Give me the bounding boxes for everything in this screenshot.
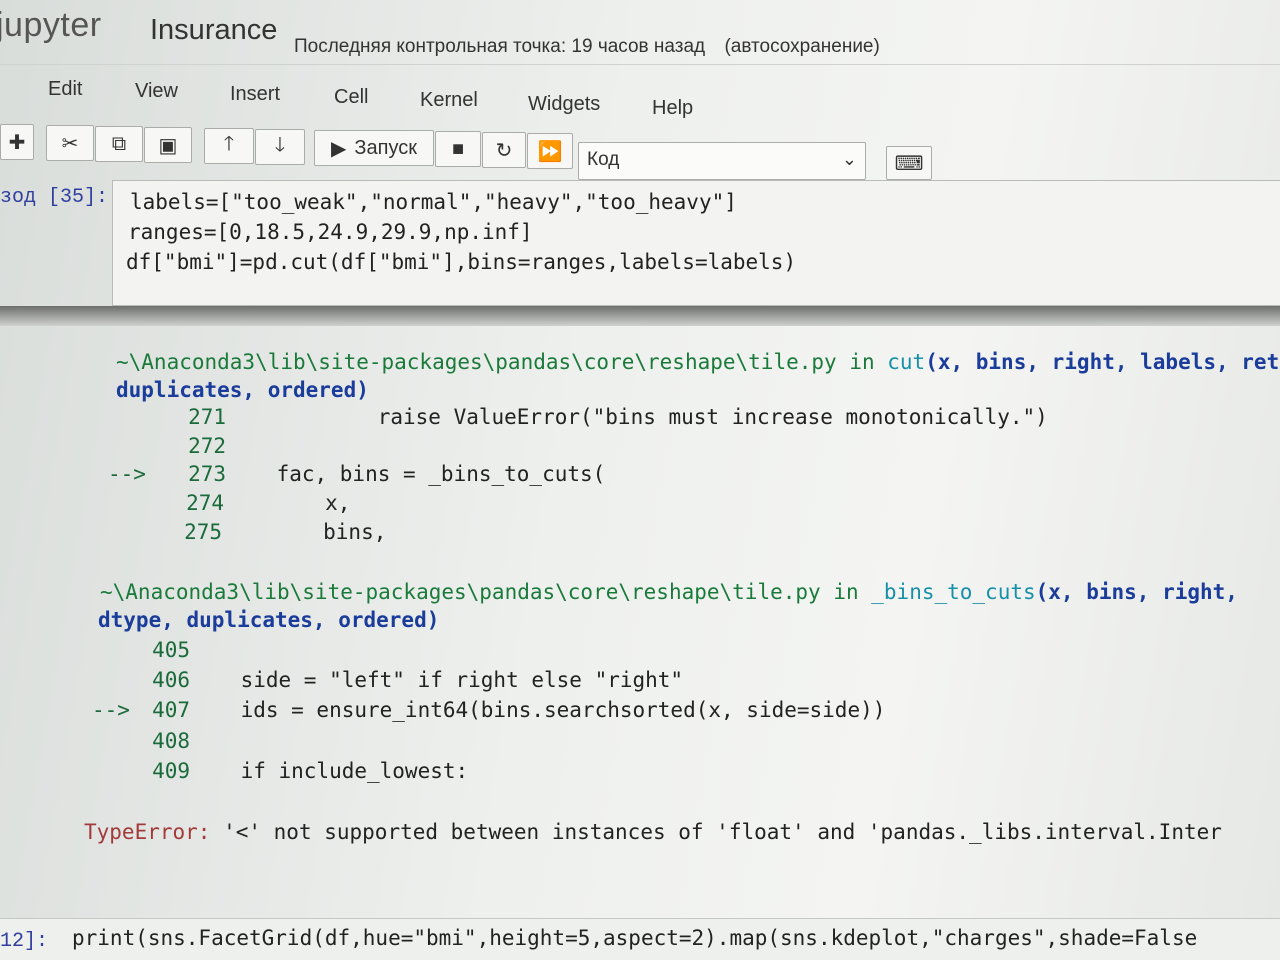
run-button[interactable]: ▶ Запуск — [314, 130, 434, 166]
menu-edit[interactable]: Edit — [48, 78, 82, 101]
move-down-button[interactable]: 🡓 — [255, 129, 305, 165]
traceback-line: 274 x, — [186, 491, 351, 515]
keyboard-icon: ⌨ — [894, 152, 924, 175]
menu-cell[interactable]: Cell — [334, 86, 368, 109]
traceback-line: 409 if include_lowest: — [152, 759, 469, 783]
jupyter-notebook-page: jupyter Insurance Последняя контрольная … — [0, 0, 1280, 960]
traceback-line: 406 side = "left" if right else "right" — [152, 668, 684, 692]
command-palette-button[interactable]: ⌨ — [886, 146, 932, 180]
refresh-icon: ↻ — [495, 139, 513, 162]
code-line: labels=["too_weak","normal","heavy","too… — [130, 190, 737, 214]
cell-prompt: 12]: — [0, 930, 49, 953]
error-text: '<' not supported between instances of '… — [223, 820, 1222, 844]
traceback-line: 408 — [152, 729, 190, 753]
copy-icon: ⧉ — [111, 132, 127, 155]
paste-button[interactable]: ▣ — [144, 127, 192, 163]
jupyter-logo[interactable]: jupyter — [0, 6, 102, 45]
notebook-header: jupyter Insurance Последняя контрольная … — [0, 0, 1280, 62]
traceback-frame-args: dtype, duplicates, ordered) — [98, 608, 440, 632]
copy-button[interactable]: ⧉ — [95, 126, 143, 162]
code-line: print(sns.FacetGrid(df,hue="bmi",height=… — [72, 926, 1198, 950]
stop-icon: ■ — [451, 137, 465, 160]
error-message: TypeError: '<' not supported between ins… — [84, 820, 1222, 844]
traceback-frame-header: ~\Anaconda3\lib\site-packages\pandas\cor… — [116, 350, 1280, 374]
checkpoint-status: Последняя контрольная точка: 19 часов на… — [294, 36, 880, 58]
notebook-name[interactable]: Insurance — [150, 14, 277, 47]
play-icon: ▶ — [331, 137, 347, 160]
menu-insert[interactable]: Insert — [230, 83, 280, 106]
chevron-down-icon: ⌄ — [841, 149, 857, 169]
traceback-line: 275 bins, — [184, 520, 387, 544]
code-line: ranges=[0,18.5,24.9,29.9,np.inf] — [128, 220, 533, 244]
menu-kernel[interactable]: Kernel — [420, 89, 478, 112]
plus-icon: ✚ — [8, 131, 26, 154]
traceback-line: 272 — [188, 434, 226, 458]
menu-widgets[interactable]: Widgets — [528, 93, 600, 116]
traceback-line-current: --> 273 fac, bins = _bins_to_cuts( — [108, 462, 606, 486]
run-label: Запуск — [354, 136, 417, 159]
interrupt-button[interactable]: ■ — [435, 131, 481, 167]
move-up-button[interactable]: 🡑 — [204, 128, 254, 164]
fast-forward-icon: ⏩ — [537, 140, 563, 163]
menu-view[interactable]: View — [135, 80, 178, 103]
traceback-frame-header: ~\Anaconda3\lib\site-packages\pandas\cor… — [100, 580, 1238, 604]
arrow-up-icon: 🡑 — [223, 133, 235, 155]
traceback-line: 405 — [152, 638, 190, 662]
autosave-status: (автосохранение) — [724, 36, 880, 57]
menubar: Edit View Insert Cell Kernel Widgets Hel… — [0, 64, 1280, 121]
restart-run-all-button[interactable]: ⏩ — [527, 133, 573, 169]
traceback-line: 271 raise ValueError("bins must increase… — [188, 405, 1048, 429]
restart-button[interactable]: ↻ — [482, 132, 526, 168]
checkpoint-text: Последняя контрольная точка: 19 часов на… — [294, 36, 706, 57]
traceback-line-current: --> 407 ids = ensure_int64(bins.searchsor… — [92, 698, 886, 722]
insert-cell-button[interactable]: ✚ — [0, 124, 34, 160]
cut-button[interactable]: ✂ — [46, 125, 94, 161]
cell-prompt: зод [35]: — [0, 186, 109, 209]
cell-type-select[interactable]: Код ⌄ — [578, 142, 866, 180]
traceback-frame-args: duplicates, ordered) — [116, 378, 369, 402]
cell-type-value: Код — [587, 149, 620, 170]
paste-icon: ▣ — [158, 134, 178, 157]
error-type: TypeError: — [84, 820, 211, 844]
scissors-icon: ✂ — [61, 132, 79, 155]
menu-help[interactable]: Help — [652, 97, 693, 120]
arrow-down-icon: 🡓 — [274, 134, 286, 156]
code-line: df["bmi"]=pd.cut(df["bmi"],bins=ranges,l… — [126, 250, 797, 274]
output-scroll-edge — [0, 306, 1280, 326]
